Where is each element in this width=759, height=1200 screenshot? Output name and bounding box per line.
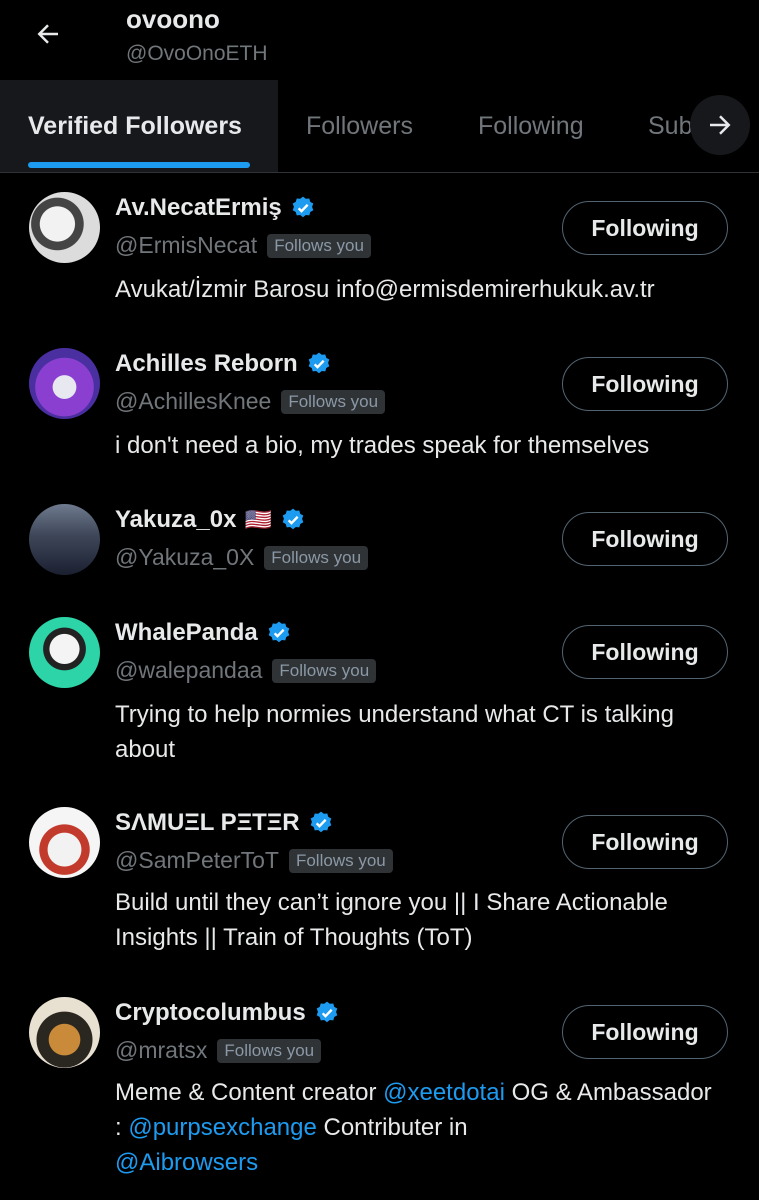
following-button[interactable]: Following [562, 1005, 728, 1059]
user-handle-row: @Yakuza_0X Follows you [115, 544, 369, 571]
user-name[interactable]: Achilles Reborn [115, 350, 332, 378]
tab-label: Sub [648, 111, 693, 140]
user-bio: Build until they can’t ignore you || I S… [115, 889, 668, 951]
avatar[interactable] [29, 504, 100, 575]
user-name[interactable]: SΛMUΞL PΞTΞR [115, 809, 334, 837]
following-button[interactable]: Following [562, 625, 728, 679]
follows-you-badge: Follows you [217, 1038, 322, 1063]
avatar[interactable] [29, 807, 100, 878]
verified-badge-icon [308, 810, 334, 836]
user-name[interactable]: WhalePanda [115, 619, 292, 647]
follows-you-badge: Follows you [272, 658, 377, 683]
user-handle: @SamPeterToT [115, 847, 279, 873]
tab-label: Followers [306, 111, 413, 140]
tab-following[interactable]: Following [478, 80, 584, 172]
user-bio: Avukat/İzmir Barosu info@ermisdemirerhuk… [115, 276, 655, 303]
tab-label: Following [478, 111, 584, 140]
display-name: Av.NecatErmiş [115, 194, 282, 221]
avatar[interactable] [29, 192, 100, 263]
arrow-left-icon [37, 24, 58, 44]
verified-badge-icon [314, 1000, 340, 1026]
mention-link[interactable]: @xeetdotai [383, 1079, 505, 1106]
follows-you-badge: Follows you [288, 848, 393, 873]
follows-you-badge: Follows you [281, 389, 386, 414]
tab-label: Verified Followers [28, 111, 242, 140]
following-button[interactable]: Following [562, 357, 728, 411]
user-handle-row: @AchillesKnee Follows you [115, 388, 386, 415]
display-name: SΛMUΞL PΞTΞR [115, 809, 300, 836]
tab-subscriptions[interactable]: Sub [648, 80, 692, 172]
verified-badge-icon [266, 620, 292, 646]
profile-handle: @OvoOnoETH [126, 42, 268, 65]
scroll-tabs-right-button[interactable] [690, 95, 750, 155]
us-flag-icon: 🇺🇸 [244, 507, 272, 532]
back-button[interactable] [28, 14, 68, 54]
follows-you-badge: Follows you [264, 545, 369, 570]
tab-followers[interactable]: Followers [306, 80, 413, 172]
user-row[interactable]: Cryptocolumbus @mratsx Follows you Meme … [0, 995, 759, 1195]
user-row[interactable]: SΛMUΞL PΞTΞR @SamPeterToT Follows you Bu… [0, 805, 759, 975]
user-handle-row: @ErmisNecat Follows you [115, 232, 371, 259]
avatar[interactable] [29, 617, 100, 688]
user-row[interactable]: Yakuza_0x 🇺🇸 @Yakuza_0X Follows you Foll… [0, 502, 759, 602]
profile-name: ovoono [126, 4, 220, 34]
active-tab-indicator [28, 162, 250, 168]
user-row[interactable]: Achilles Reborn @AchillesKnee Follows yo… [0, 346, 759, 486]
tab-bar: Verified Followers Followers Following S… [0, 80, 759, 173]
user-handle-row: @mratsx Follows you [115, 1037, 322, 1064]
user-name[interactable]: Av.NecatErmiş [115, 194, 316, 222]
user-row[interactable]: WhalePanda @walepandaa Follows you Tryin… [0, 615, 759, 785]
following-button[interactable]: Following [562, 512, 728, 566]
bio-text: Contributer in [316, 1114, 468, 1141]
user-handle: @walepandaa [115, 657, 263, 683]
display-name: WhalePanda [115, 619, 258, 646]
arrow-right-icon [710, 115, 731, 135]
verified-badge-icon [290, 195, 316, 221]
user-handle: @mratsx [115, 1037, 208, 1063]
user-handle-row: @SamPeterToT Follows you [115, 847, 393, 874]
follows-you-badge: Follows you [267, 233, 371, 258]
following-button[interactable]: Following [562, 815, 728, 869]
avatar[interactable] [29, 348, 100, 419]
avatar[interactable] [29, 997, 100, 1068]
user-row[interactable]: Av.NecatErmiş @ErmisNecat Follows you Av… [0, 190, 759, 330]
profile-header: ovoono @OvoOnoETH [0, 0, 759, 80]
verified-badge-icon [306, 351, 332, 377]
bio-text: Meme & Content creator [115, 1079, 384, 1106]
user-bio: i don't need a bio, my trades speak for … [115, 432, 650, 459]
display-name: Cryptocolumbus [115, 999, 306, 1026]
user-bio: Trying to help normies understand what C… [115, 701, 674, 763]
tab-verified-followers[interactable]: Verified Followers [0, 80, 278, 172]
user-handle-row: @walepandaa Follows you [115, 657, 377, 684]
user-handle: @AchillesKnee [115, 388, 272, 414]
mention-link[interactable]: @Aibrowsers [115, 1149, 258, 1176]
user-bio: Meme & Content creator @xeetdotai OG & A… [115, 1075, 715, 1180]
user-handle: @ErmisNecat [115, 232, 258, 258]
mention-link[interactable]: @purpsexchange [128, 1114, 316, 1141]
user-name[interactable]: Yakuza_0x 🇺🇸 [115, 506, 306, 534]
display-name: Yakuza_0x [115, 506, 237, 533]
user-handle: @Yakuza_0X [115, 544, 255, 570]
display-name: Achilles Reborn [115, 350, 298, 377]
following-button[interactable]: Following [562, 201, 728, 255]
verified-badge-icon [280, 507, 306, 533]
user-name[interactable]: Cryptocolumbus [115, 999, 340, 1027]
